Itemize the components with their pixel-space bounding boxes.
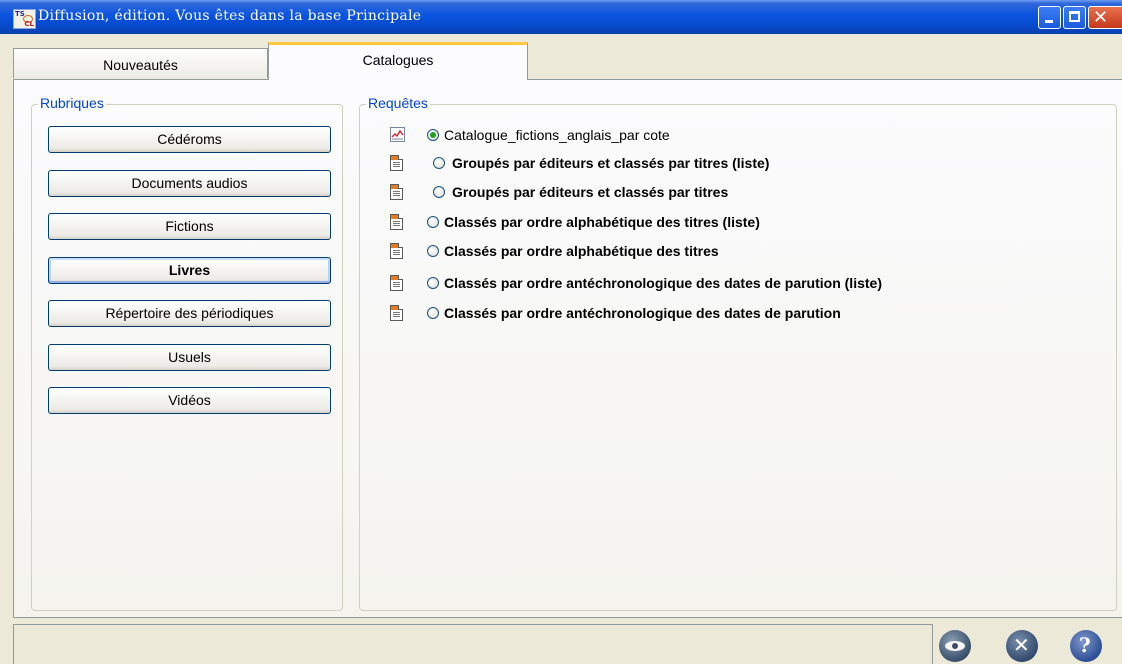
requete-label: Catalogue_fictions_anglais_par cote bbox=[444, 127, 670, 143]
window-title: Diffusion, édition. Vous êtes dans la ba… bbox=[38, 8, 422, 24]
close-icon: ✕ bbox=[1093, 7, 1109, 28]
requete-option[interactable]: Catalogue_fictions_anglais_par cote bbox=[360, 125, 1100, 147]
document-icon bbox=[390, 155, 403, 171]
document-icon bbox=[390, 305, 403, 321]
rubriques-legend: Rubriques bbox=[38, 95, 106, 111]
cancel-icon: ✕ bbox=[1013, 633, 1030, 657]
rubriques-group: Rubriques Cédéroms Documents audios Fict… bbox=[31, 95, 343, 611]
app-icon-text-bottom: CL bbox=[24, 20, 34, 28]
help-icon: ? bbox=[1079, 633, 1091, 657]
tab-nouveautes[interactable]: Nouveautés bbox=[13, 48, 268, 78]
rubrique-button-livres[interactable]: Livres bbox=[48, 257, 331, 284]
minimize-icon bbox=[1045, 20, 1053, 23]
rubrique-button-repertoire-periodiques[interactable]: Répertoire des périodiques bbox=[48, 300, 331, 327]
requete-option[interactable]: Groupés par éditeurs et classés par titr… bbox=[360, 182, 1100, 204]
requete-label: Groupés par éditeurs et classés par titr… bbox=[452, 155, 770, 171]
requetes-legend: Requêtes bbox=[366, 95, 430, 111]
requete-option[interactable]: Classés par ordre alphabétique des titre… bbox=[360, 241, 1100, 263]
rubrique-button-videos[interactable]: Vidéos bbox=[48, 387, 331, 414]
requete-radio[interactable] bbox=[427, 307, 439, 319]
status-bar: ✕ ? bbox=[0, 618, 1122, 664]
status-field bbox=[13, 624, 933, 664]
rubrique-button-usuels[interactable]: Usuels bbox=[48, 344, 331, 371]
requete-radio[interactable] bbox=[427, 216, 439, 228]
radio-checked-dot bbox=[430, 132, 436, 138]
cancel-button[interactable]: ✕ bbox=[1006, 630, 1038, 662]
requete-label: Classés par ordre antéchronologique des … bbox=[444, 275, 882, 291]
tab-strip: Nouveautés Catalogues bbox=[0, 34, 1122, 80]
eye-icon bbox=[945, 641, 965, 651]
requetes-group: Requêtes Catalogue_fictions_anglais_par … bbox=[359, 95, 1117, 611]
help-button[interactable]: ? bbox=[1070, 630, 1102, 662]
requete-label: Classés par ordre antéchronologique des … bbox=[444, 305, 841, 321]
tab-panel-catalogues: Rubriques Cédéroms Documents audios Fict… bbox=[13, 79, 1122, 618]
requete-label: Classés par ordre alphabétique des titre… bbox=[444, 214, 760, 230]
document-icon bbox=[390, 214, 403, 230]
maximize-button[interactable] bbox=[1063, 6, 1086, 29]
document-icon bbox=[390, 184, 403, 200]
requete-radio[interactable] bbox=[427, 129, 439, 141]
rubrique-button-cederoms[interactable]: Cédéroms bbox=[48, 126, 331, 153]
close-button[interactable]: ✕ bbox=[1088, 6, 1122, 29]
application-window: TS CL Diffusion, édition. Vous êtes dans… bbox=[0, 0, 1122, 664]
view-button[interactable] bbox=[939, 630, 971, 662]
requete-label: Classés par ordre alphabétique des titre… bbox=[444, 243, 719, 259]
requete-option[interactable]: Classés par ordre antéchronologique des … bbox=[360, 273, 1100, 295]
rubrique-button-documents-audios[interactable]: Documents audios bbox=[48, 170, 331, 197]
tab-catalogues[interactable]: Catalogues bbox=[268, 42, 528, 80]
title-bar[interactable]: TS CL Diffusion, édition. Vous êtes dans… bbox=[0, 0, 1122, 34]
requete-option[interactable]: Classés par ordre antéchronologique des … bbox=[360, 303, 1100, 325]
requete-radio[interactable] bbox=[433, 186, 445, 198]
requete-option[interactable]: Groupés par éditeurs et classés par titr… bbox=[360, 153, 1100, 175]
document-icon bbox=[390, 275, 403, 291]
maximize-icon bbox=[1069, 11, 1080, 22]
minimize-button[interactable] bbox=[1038, 6, 1061, 29]
chart-report-icon bbox=[390, 127, 405, 142]
requete-radio[interactable] bbox=[427, 245, 439, 257]
requete-option[interactable]: Classés par ordre alphabétique des titre… bbox=[360, 212, 1100, 234]
rubrique-button-fictions[interactable]: Fictions bbox=[48, 213, 331, 240]
requete-radio[interactable] bbox=[433, 157, 445, 169]
document-icon bbox=[390, 243, 403, 259]
app-icon[interactable]: TS CL bbox=[13, 9, 36, 29]
requete-radio[interactable] bbox=[427, 277, 439, 289]
requete-label: Groupés par éditeurs et classés par titr… bbox=[452, 184, 729, 200]
